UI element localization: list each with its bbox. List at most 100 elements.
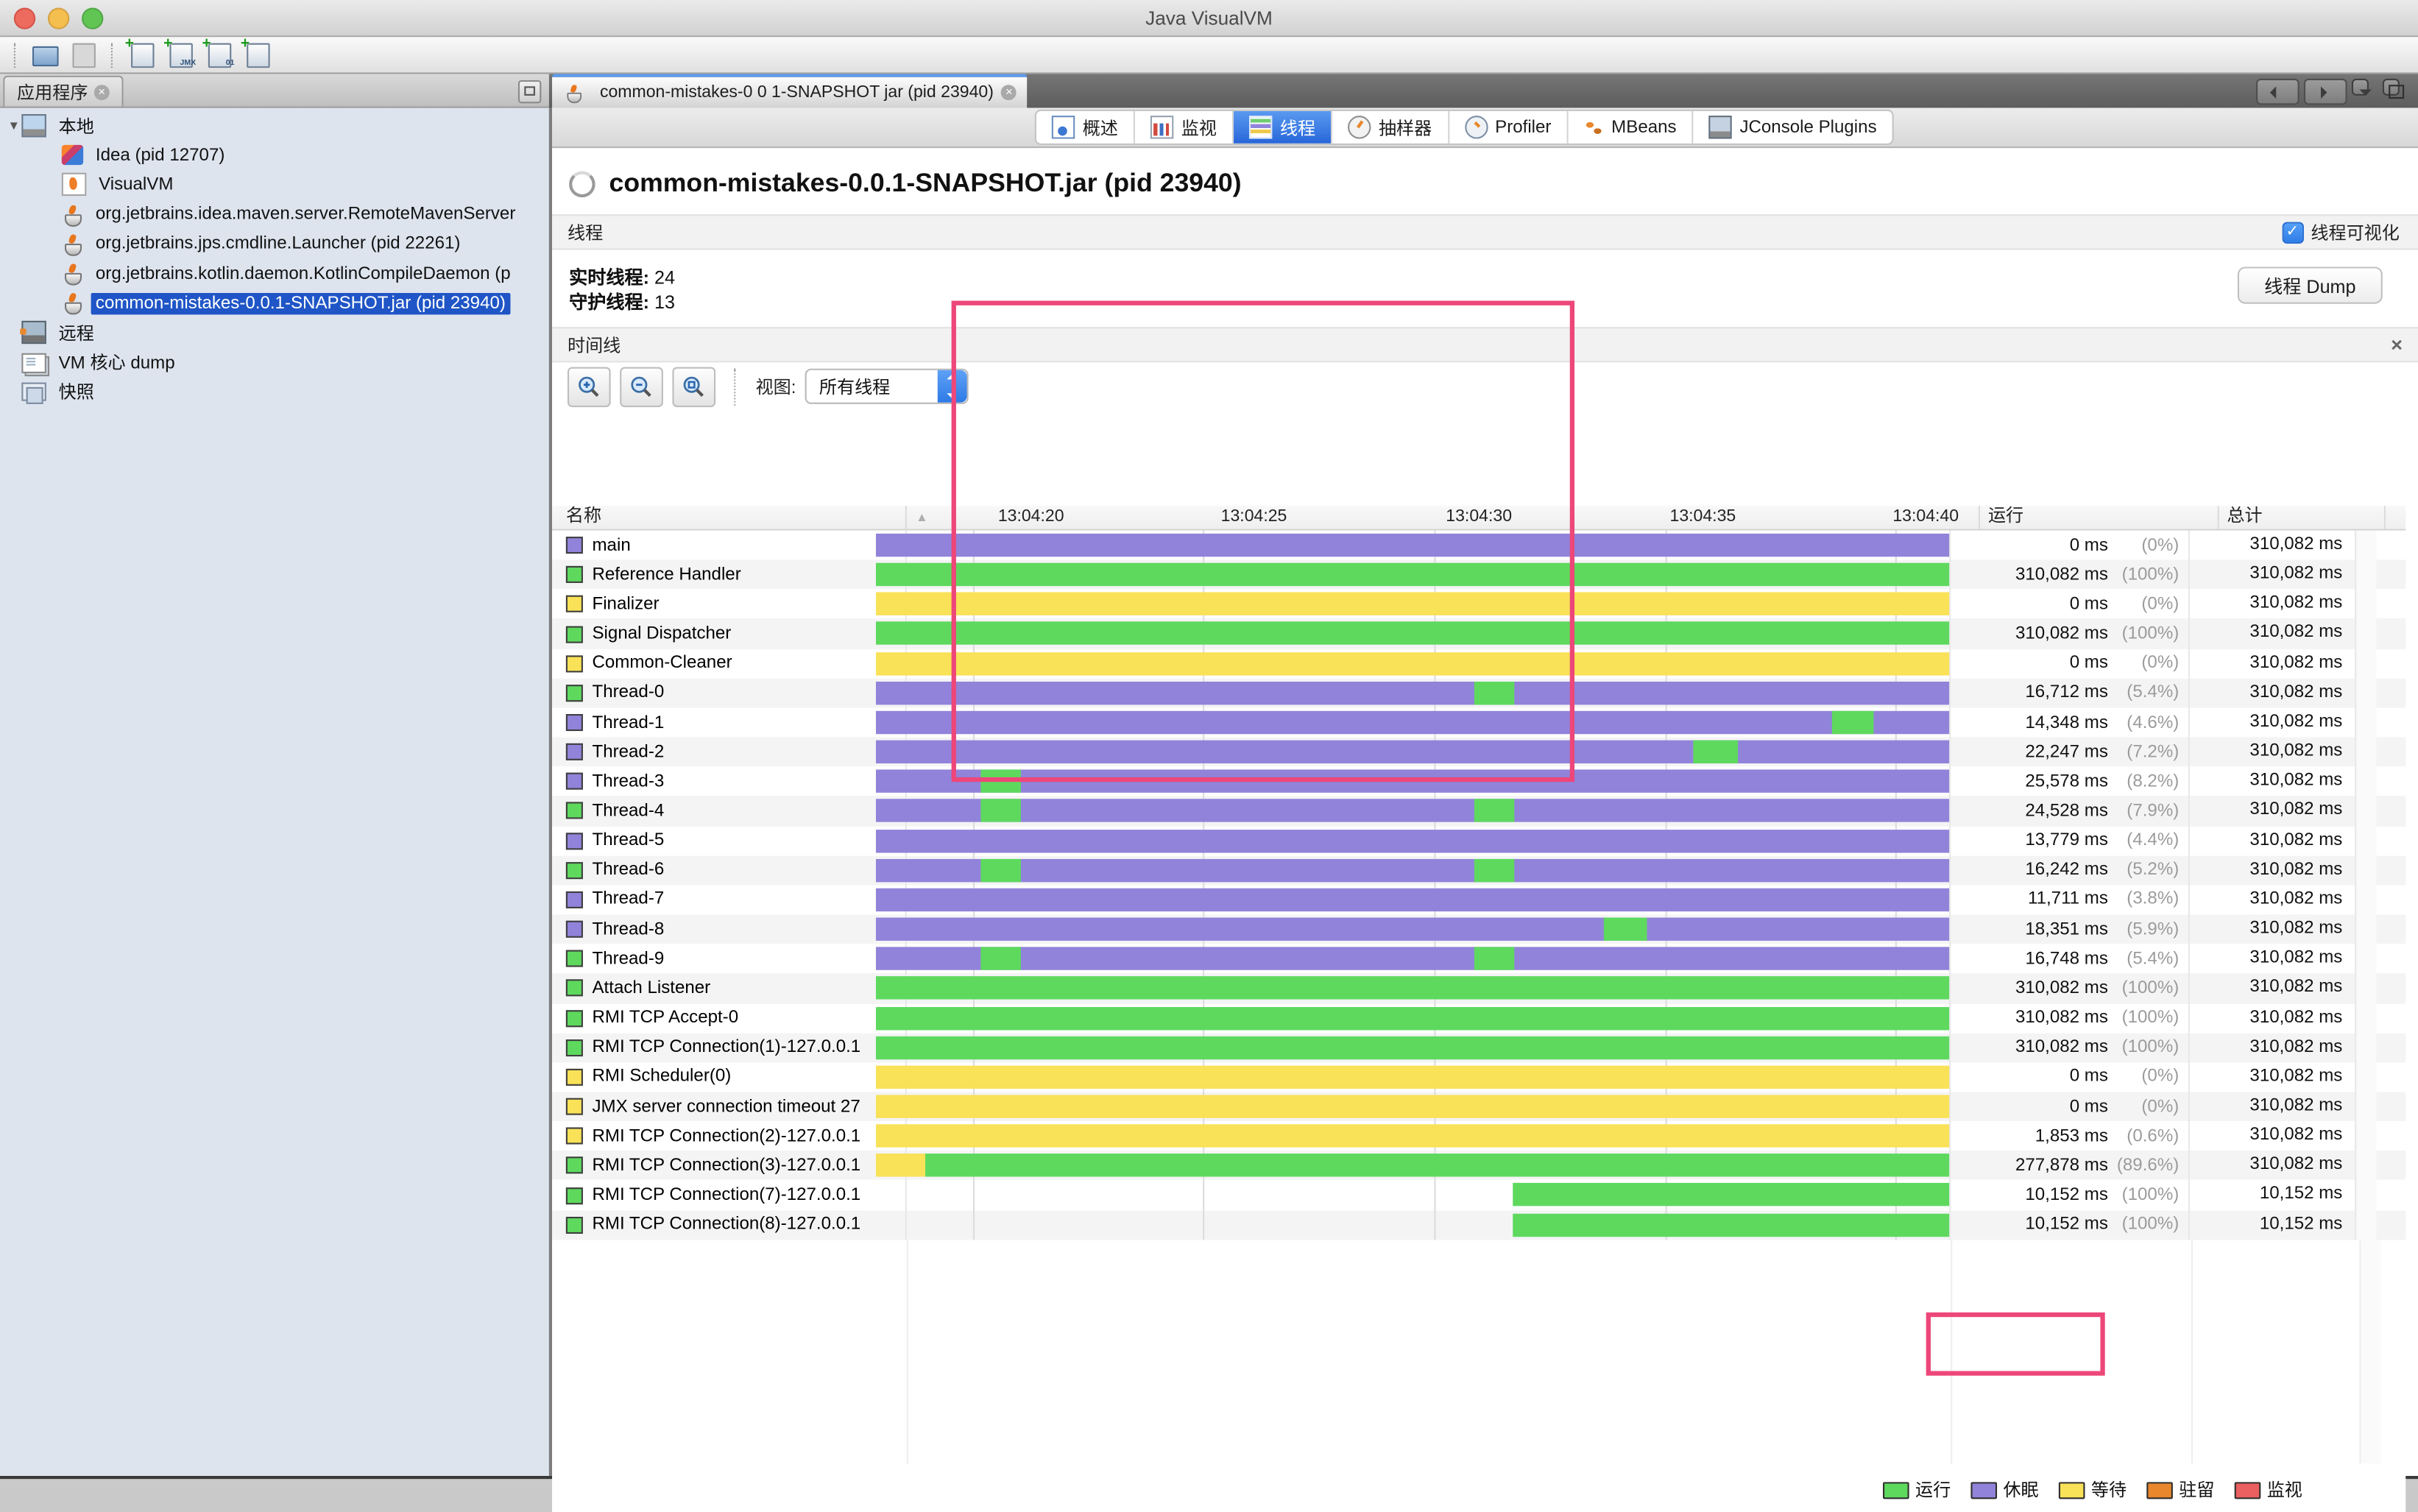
row-scroll-strip: [2355, 1092, 2376, 1121]
close-timeline-icon[interactable]: ×: [2391, 333, 2403, 356]
running-time-cell: 0 ms(0%): [1949, 1062, 2188, 1092]
legend-swatch: [2235, 1481, 2261, 1498]
thread-row[interactable]: RMI TCP Connection(8)-127.0.0.110,152 ms…: [552, 1210, 2405, 1240]
tree-item[interactable]: org.jetbrains.jps.cmdline.Launcher (pid …: [0, 230, 549, 259]
thread-row[interactable]: Thread-916,748 ms(5.4%)310,082 ms: [552, 944, 2405, 974]
document-tab-label: common-mistakes-0 0 1-SNAPSHOT jar (pid …: [600, 83, 994, 102]
row-scroll-strip: [2355, 619, 2376, 649]
thread-name: Thread-2: [592, 743, 664, 761]
total-time-cell: 310,082 ms: [2188, 944, 2355, 974]
row-scroll-strip: [2355, 826, 2376, 855]
running-percent: (5.4%): [2108, 684, 2188, 702]
add-remote-host-icon[interactable]: +: [127, 42, 158, 68]
thread-row[interactable]: Thread-424,528 ms(7.9%)310,082 ms: [552, 796, 2405, 826]
maximize-view-icon[interactable]: [2383, 79, 2400, 96]
thread-state-icon: [566, 980, 583, 997]
tree-item[interactable]: VisualVM: [0, 170, 549, 199]
legend-swatch: [2146, 1481, 2173, 1498]
thread-row[interactable]: RMI TCP Connection(2)-127.0.0.11,853 ms(…: [552, 1121, 2405, 1151]
applications-tab[interactable]: 应用程序 ×: [3, 76, 123, 107]
running-percent: (0.6%): [2108, 1127, 2188, 1145]
row-scroll-strip: [2355, 1121, 2376, 1151]
running-time-cell: 16,242 ms(5.2%): [1949, 855, 2188, 885]
load-snapshot-icon[interactable]: [29, 42, 60, 68]
thread-row[interactable]: Thread-616,242 ms(5.2%)310,082 ms: [552, 855, 2405, 885]
running-time-cell: 24,528 ms(7.9%): [1949, 796, 2188, 826]
thread-view-select[interactable]: 所有线程: [805, 369, 969, 404]
tree-item[interactable]: org.jetbrains.kotlin.daemon.KotlinCompil…: [0, 259, 549, 289]
thread-name-cell: Signal Dispatcher: [552, 619, 907, 649]
tree-item[interactable]: Idea (pid 12707): [0, 141, 549, 170]
scroll-tabs-left-icon[interactable]: [2256, 79, 2299, 105]
running-time-cell: 310,082 ms(100%): [1949, 974, 2188, 1003]
thread-dump-button[interactable]: 线程 Dump: [2238, 266, 2383, 303]
checkbox-checked-icon[interactable]: ✓: [2282, 222, 2303, 243]
running-column-header[interactable]: 运行: [1979, 506, 2217, 529]
zoom-fit-icon[interactable]: [672, 367, 715, 406]
view-tab-sampler[interactable]: 抽样器: [1332, 111, 1449, 144]
tree-item[interactable]: 远程: [0, 318, 549, 347]
thread-name: Thread-6: [592, 861, 664, 880]
thread-name-cell: Common-Cleaner: [552, 649, 907, 678]
thread-row[interactable]: RMI TCP Connection(7)-127.0.0.110,152 ms…: [552, 1181, 2405, 1210]
gridline: [1202, 1181, 1203, 1210]
running-percent: (100%): [2108, 565, 2188, 584]
thread-row[interactable]: RMI Scheduler(0)0 ms(0%)310,082 ms: [552, 1062, 2405, 1092]
thread-row[interactable]: Thread-513,779 ms(4.4%)310,082 ms: [552, 826, 2405, 855]
view-tab-jconsole[interactable]: JConsole Plugins: [1694, 111, 1892, 144]
thread-row[interactable]: Thread-711,711 ms(3.8%)310,082 ms: [552, 885, 2405, 914]
gridline: [1202, 1210, 1203, 1240]
thread-row[interactable]: Attach Listener310,082 ms(100%)310,082 m…: [552, 974, 2405, 1003]
view-tab-monitor[interactable]: 监视: [1135, 111, 1234, 144]
gridline: [1434, 1210, 1435, 1240]
thread-row[interactable]: JMX server connection timeout 270 ms(0%)…: [552, 1092, 2405, 1121]
time-tick-label: 13:04:40: [1892, 506, 1959, 529]
tree-item[interactable]: VM 核心 dump: [0, 347, 549, 377]
remote-icon: [21, 322, 46, 345]
tree-item[interactable]: ▼本地: [0, 111, 549, 141]
add-application-snapshot-icon[interactable]: +: [242, 42, 273, 68]
thread-state-icon: [566, 950, 583, 967]
thread-state-icon: [566, 1187, 583, 1204]
close-icon[interactable]: ×: [94, 84, 110, 99]
view-tab-mbeans[interactable]: MBeans: [1569, 111, 1694, 144]
thread-row[interactable]: RMI TCP Connection(1)-127.0.0.1310,082 m…: [552, 1033, 2405, 1062]
running-ms: 0 ms: [2070, 536, 2108, 554]
add-jmx-connection-icon[interactable]: +JMX: [165, 42, 196, 68]
view-tab-threads[interactable]: 线程: [1234, 111, 1332, 144]
close-icon[interactable]: ×: [1001, 85, 1017, 100]
thread-name: Thread-7: [592, 891, 664, 909]
thread-name-cell: Thread-2: [552, 738, 907, 767]
expand-arrow-icon[interactable]: ▼: [6, 119, 21, 133]
tree-item[interactable]: common-mistakes-0.0.1-SNAPSHOT.jar (pid …: [0, 289, 549, 318]
running-ms: 14,348 ms: [2025, 713, 2108, 732]
tree-item[interactable]: org.jetbrains.idea.maven.server.RemoteMa…: [0, 199, 549, 229]
view-tab-overview[interactable]: 概述: [1036, 111, 1135, 144]
zoom-in-icon[interactable]: [568, 367, 611, 406]
tree-item[interactable]: 快照: [0, 378, 549, 407]
running-percent: (0%): [2108, 654, 2188, 673]
view-tab-profiler[interactable]: Profiler: [1449, 111, 1568, 144]
tab-list-dropdown-icon[interactable]: [2352, 79, 2369, 96]
zoom-out-icon[interactable]: [620, 367, 663, 406]
thread-visualization-toggle[interactable]: ✓ 线程可视化: [2282, 220, 2400, 245]
row-scroll-strip: [2355, 796, 2376, 826]
view-tab-label: 线程: [1280, 115, 1315, 140]
scroll-tabs-right-icon[interactable]: [2304, 79, 2347, 105]
thread-name: RMI TCP Accept-0: [592, 1008, 738, 1027]
thread-row[interactable]: Thread-818,351 ms(5.9%)310,082 ms: [552, 914, 2405, 944]
total-column-header[interactable]: 总计: [2218, 506, 2384, 529]
total-time-cell: 310,082 ms: [2188, 914, 2355, 944]
document-tab[interactable]: common-mistakes-0 0 1-SNAPSHOT jar (pid …: [552, 74, 1028, 108]
collapse-panel-icon[interactable]: [518, 80, 541, 103]
row-scroll-strip: [2355, 767, 2376, 796]
thread-row[interactable]: RMI TCP Connection(3)-127.0.0.1277,878 m…: [552, 1151, 2405, 1180]
thread-name-cell: RMI TCP Connection(3)-127.0.0.1: [552, 1151, 907, 1180]
name-column-header[interactable]: 名称: [552, 506, 906, 529]
thread-row[interactable]: RMI TCP Accept-0310,082 ms(100%)310,082 …: [552, 1003, 2405, 1033]
add-vm-coredump-icon[interactable]: +01: [204, 42, 235, 68]
mbeans-icon: [1583, 117, 1603, 137]
sort-ascending-icon[interactable]: ▲: [906, 506, 937, 529]
state-legend: 运行休眠等待驻留监视: [552, 1463, 2405, 1512]
running-time-cell: 16,712 ms(5.4%): [1949, 678, 2188, 707]
